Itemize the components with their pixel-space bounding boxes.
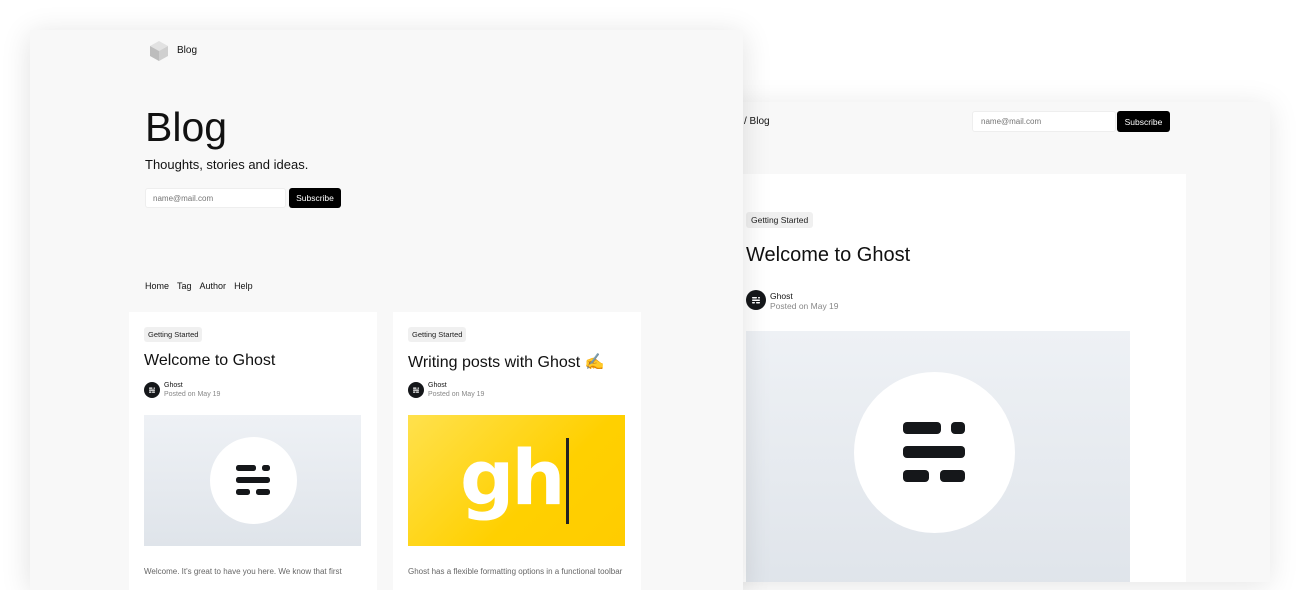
gh-wordmark: gh bbox=[460, 433, 566, 522]
post-author[interactable]: Ghost bbox=[770, 291, 793, 301]
subscribe-button[interactable]: Subscribe bbox=[289, 188, 341, 208]
post-date: Posted on May 19 bbox=[770, 301, 839, 311]
ghost-logo-badge bbox=[854, 372, 1015, 533]
nav-item-author[interactable]: Author bbox=[200, 281, 227, 291]
post-excerpt: Ghost has a flexible formatting options … bbox=[408, 567, 623, 576]
ghost-logo-badge bbox=[210, 437, 297, 524]
text-cursor-icon bbox=[566, 438, 569, 524]
post-card[interactable]: Getting Started Welcome to Ghost Ghost P… bbox=[129, 312, 377, 590]
post-article: Getting Started Welcome to Ghost Ghost P… bbox=[732, 174, 1186, 582]
post-author[interactable]: Ghost bbox=[428, 382, 447, 389]
site-name[interactable]: Blog bbox=[177, 45, 197, 56]
breadcrumb[interactable]: / Blog bbox=[744, 116, 770, 127]
post-tag[interactable]: Getting Started bbox=[746, 212, 814, 228]
cube-logo-icon[interactable] bbox=[148, 40, 170, 62]
site-description: Thoughts, stories and ideas. bbox=[145, 157, 309, 172]
post-date: Posted on May 19 bbox=[164, 391, 221, 398]
post-page-window: / Blog Subscribe Getting Started Welcome… bbox=[700, 102, 1270, 582]
email-field[interactable] bbox=[972, 111, 1116, 132]
post-feature-image bbox=[746, 331, 1130, 582]
avatar[interactable] bbox=[408, 382, 424, 398]
avatar[interactable] bbox=[746, 290, 766, 310]
ghost-logo-icon bbox=[413, 387, 419, 393]
post-card[interactable]: Getting Started Writing posts with Ghost… bbox=[393, 312, 641, 590]
ghost-logo-icon bbox=[903, 422, 965, 482]
post-title[interactable]: Welcome to Ghost bbox=[144, 352, 275, 370]
post-title[interactable]: Writing posts with Ghost ✍️ bbox=[408, 352, 605, 372]
post-author[interactable]: Ghost bbox=[164, 382, 183, 389]
main-nav: Home Tag Author Help bbox=[145, 281, 253, 291]
subscribe-button[interactable]: Subscribe bbox=[1117, 111, 1170, 132]
nav-item-help[interactable]: Help bbox=[234, 281, 253, 291]
avatar[interactable] bbox=[144, 382, 160, 398]
page-title: Blog bbox=[145, 104, 228, 150]
post-feature-image[interactable] bbox=[144, 415, 361, 546]
post-feature-image[interactable]: gh bbox=[408, 415, 625, 546]
ghost-logo-icon bbox=[236, 465, 270, 495]
ghost-logo-icon bbox=[752, 297, 760, 304]
email-field[interactable] bbox=[145, 188, 286, 208]
ghost-logo-icon bbox=[149, 387, 155, 393]
nav-item-home[interactable]: Home bbox=[145, 281, 169, 291]
post-excerpt: Welcome. It's great to have you here. We… bbox=[144, 567, 342, 576]
post-tag[interactable]: Getting Started bbox=[408, 327, 467, 342]
post-tag[interactable]: Getting Started bbox=[144, 327, 203, 342]
post-date: Posted on May 19 bbox=[428, 391, 485, 398]
post-title: Welcome to Ghost bbox=[746, 244, 911, 266]
nav-item-tag[interactable]: Tag bbox=[177, 281, 192, 291]
blog-home-window: Blog Blog Thoughts, stories and ideas. S… bbox=[30, 30, 743, 590]
